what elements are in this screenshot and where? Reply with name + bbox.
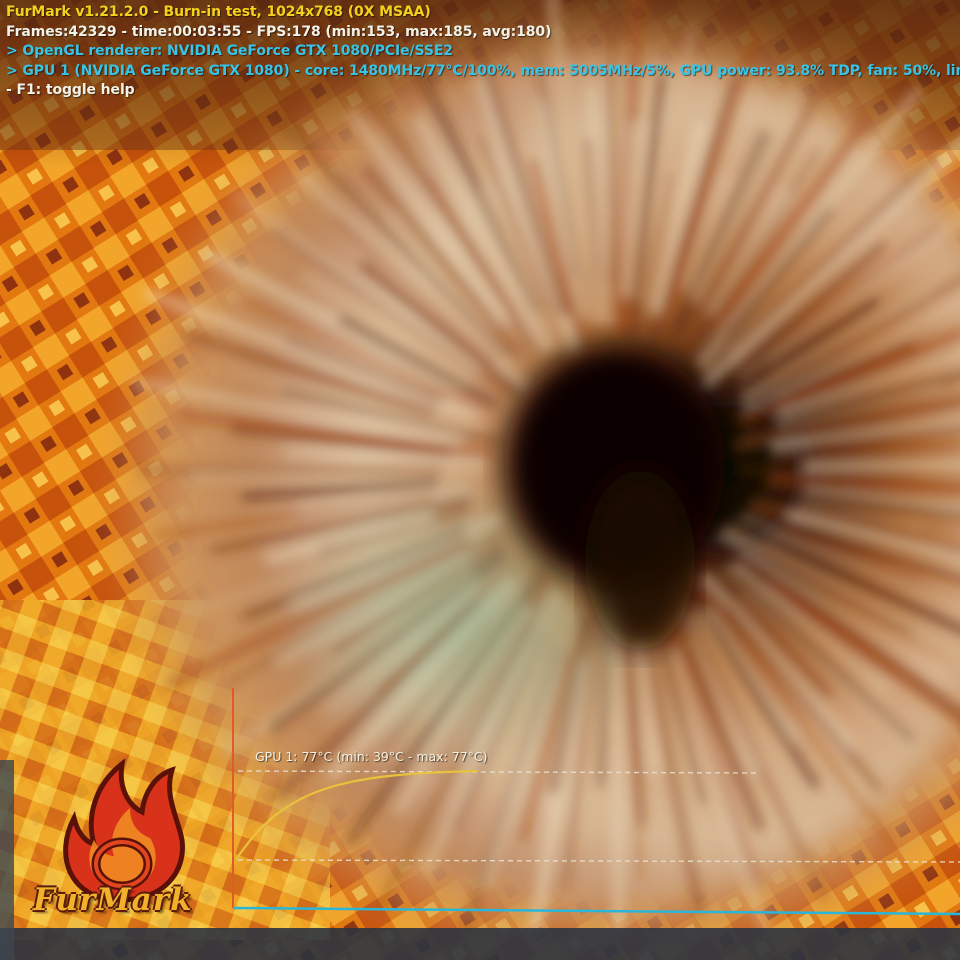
hud-renderer: > OpenGL renderer: NVIDIA GeForce GTX 10…: [6, 43, 453, 59]
fur-strand: [801, 458, 960, 473]
furmark-logo-text: FurMark: [33, 882, 193, 918]
furmark-window: FurMark v1.21.2.0 - Burn-in test, 1024x7…: [0, 0, 960, 960]
hud-frames-stats: Frames:42329 - time:00:03:55 - FPS:178 (…: [6, 23, 552, 40]
hud-overlay: FurMark v1.21.2.0 - Burn-in test, 1024x7…: [6, 3, 960, 101]
fur-donut-render: [0, 0, 960, 960]
hud-help-hint[interactable]: - F1: toggle help: [6, 81, 960, 101]
hud-title: FurMark v1.21.2.0 - Burn-in test, 1024x7…: [6, 4, 431, 20]
temperature-label: GPU 1: 77°C (min: 39°C - max: 77°C): [255, 749, 488, 764]
hud-gpu-info: > GPU 1 (NVIDIA GeForce GTX 1080) - core…: [6, 62, 960, 79]
